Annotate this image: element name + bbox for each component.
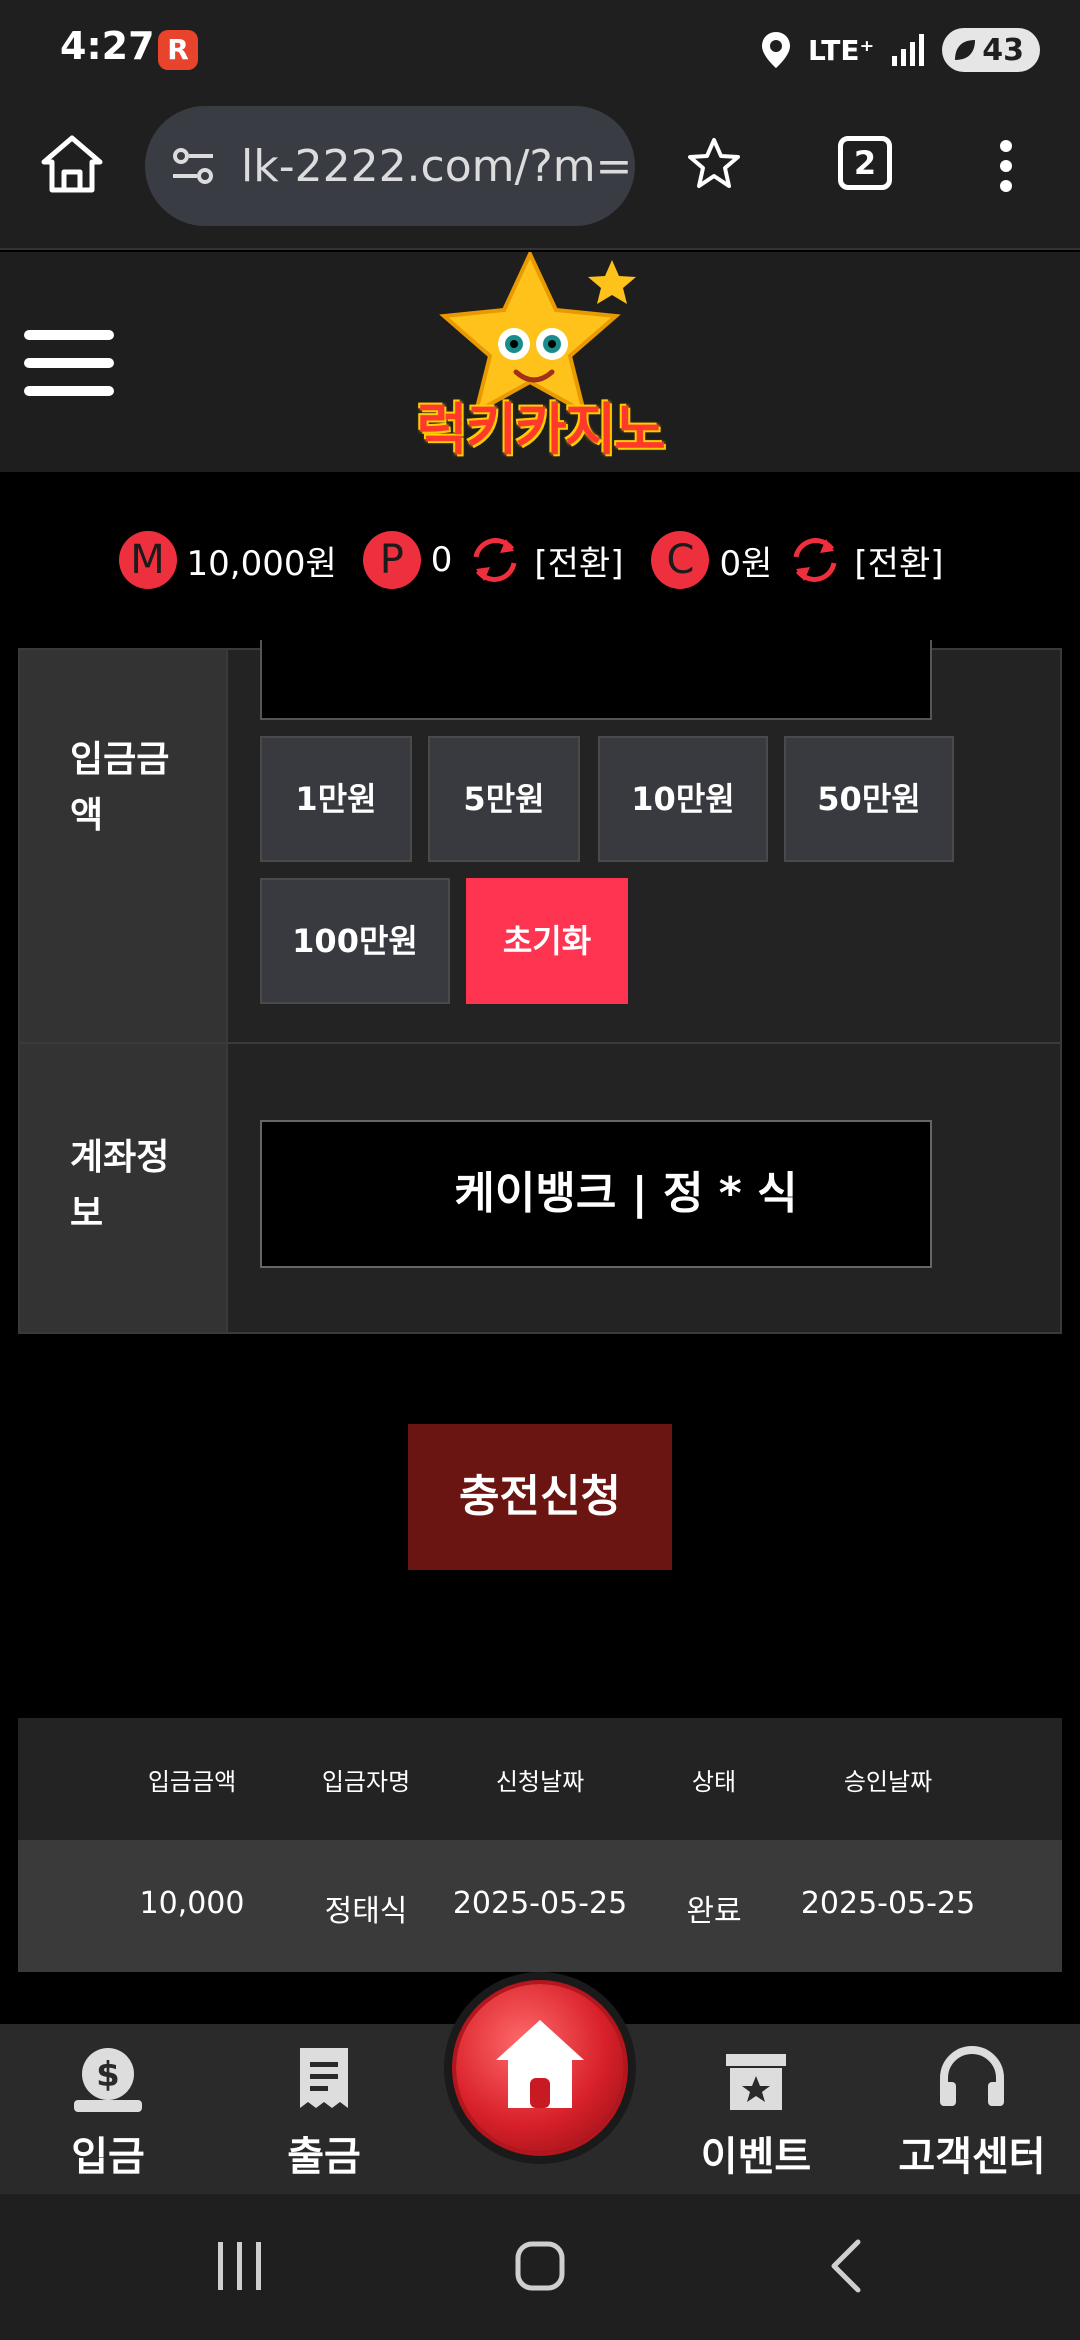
status-indicators: LTE⁺ 43 <box>762 26 1040 74</box>
site-settings-icon[interactable] <box>169 142 217 190</box>
battery-indicator: 43 <box>942 28 1040 72</box>
table-row: 10,000 정태식 2025-05-25 완료 2025-05-25 <box>18 1840 1062 1972</box>
recent-apps-icon[interactable] <box>214 2238 266 2294</box>
table-cell: 10,000 <box>139 1886 245 1921</box>
status-time: 4:27 <box>60 24 155 68</box>
nav-label: 출금 <box>287 2134 361 2180</box>
browser-toolbar: lk-2222.com/?m= 2 <box>0 100 1080 250</box>
amount-row: 입금금액 1만원 5만원 10만원 50만원 100만원 초기화 <box>20 640 1060 1044</box>
hamburger-menu-icon[interactable] <box>24 330 114 396</box>
system-home-icon[interactable] <box>514 2238 566 2294</box>
network-type: LTE⁺ <box>808 33 875 67</box>
casino-badge: C <box>651 531 710 589</box>
amount-label-cell: 입금금액 <box>20 650 228 1042</box>
nav-deposit[interactable]: $ 입금 <box>8 2038 208 2182</box>
money-bag-icon: $ <box>74 2048 142 2112</box>
table-cell: 2025-05-25 <box>452 1886 628 1921</box>
charge-request-button[interactable]: 충전신청 <box>408 1424 672 1570</box>
table-cell: 2025-05-25 <box>800 1886 976 1921</box>
nav-support[interactable]: 고객센터 <box>872 2038 1072 2182</box>
system-navigation-bar <box>0 2194 1080 2340</box>
amount-button-500k[interactable]: 50만원 <box>784 736 954 862</box>
point-badge: P <box>362 531 421 589</box>
location-icon <box>762 32 791 68</box>
site-header: 럭키카지노 <box>0 252 1080 472</box>
reset-button[interactable]: 초기화 <box>466 878 628 1004</box>
address-bar[interactable]: lk-2222.com/?m= <box>145 106 635 226</box>
svg-text:$: $ <box>96 2055 120 2095</box>
balance-bar: M 10,000원 P 0 [전환] C 0원 [전환] <box>0 472 1080 648</box>
point-balance: 0 <box>430 540 453 580</box>
home-icon <box>496 2020 584 2108</box>
nav-withdraw[interactable]: 출금 <box>224 2038 424 2182</box>
account-label-cell: 계좌정보 <box>20 1044 228 1332</box>
column-header: 상태 <box>691 1768 737 1796</box>
center-home-button[interactable] <box>444 1972 636 2164</box>
bookmark-star-icon[interactable] <box>686 136 742 192</box>
battery-saver-icon <box>955 40 976 60</box>
column-header: 입금금액 <box>147 1768 237 1796</box>
account-label: 계좌정보 <box>70 1137 170 1234</box>
casino-convert-link[interactable]: [전환] <box>854 536 943 585</box>
gift-box-icon <box>726 2054 786 2110</box>
casino-convert-icon[interactable] <box>786 531 844 589</box>
receipt-icon <box>300 2048 348 2108</box>
url-text: lk-2222.com/?m= <box>241 140 633 192</box>
money-balance: 10,000원 <box>186 543 337 584</box>
table-cell: 완료 <box>686 1894 742 1929</box>
status-bar: 4:27 R LTE⁺ 43 <box>0 0 1080 100</box>
nav-label: 이벤트 <box>700 2134 812 2180</box>
casino-balance: 0원 <box>719 543 773 584</box>
deposit-history-table: 입금금액 입금자명 신청날짜 상태 승인날짜 10,000 정태식 2025-0… <box>18 1718 1062 1972</box>
amount-input[interactable] <box>260 640 932 720</box>
browser-home-icon[interactable] <box>40 132 104 196</box>
notification-app-icon: R <box>158 30 198 70</box>
column-header: 신청날짜 <box>495 1768 585 1796</box>
more-options-icon[interactable] <box>996 138 1016 194</box>
nav-label: 입금 <box>71 2134 145 2180</box>
amount-button-50k[interactable]: 5만원 <box>428 736 580 862</box>
battery-level: 43 <box>982 32 1024 68</box>
table-header: 입금금액 입금자명 신청날짜 상태 승인날짜 <box>18 1718 1062 1840</box>
point-convert-icon[interactable] <box>466 531 524 589</box>
table-cell: 정태식 <box>324 1894 408 1929</box>
point-convert-link[interactable]: [전환] <box>534 536 623 585</box>
signal-icon <box>892 34 925 66</box>
nav-label: 고객센터 <box>898 2134 1046 2180</box>
column-header: 승인날짜 <box>843 1768 933 1796</box>
logo-text: 럭키카지노 <box>416 398 666 463</box>
site-logo[interactable]: 럭키카지노 <box>380 252 700 472</box>
column-header: 입금자명 <box>321 1768 411 1796</box>
amount-button-100k[interactable]: 10만원 <box>598 736 768 862</box>
nav-event[interactable]: 이벤트 <box>656 2038 856 2182</box>
account-info: 케이뱅크 | 정 * 식 <box>260 1120 932 1268</box>
account-row: 계좌정보 케이뱅크 | 정 * 식 <box>20 1044 1060 1332</box>
money-badge: M <box>118 531 177 589</box>
back-icon[interactable] <box>826 2238 866 2294</box>
amount-label: 입금금액 <box>70 739 170 836</box>
deposit-form: 입금금액 1만원 5만원 10만원 50만원 100만원 초기화 계좌정보 케이… <box>18 640 1062 1334</box>
tab-switcher-button[interactable]: 2 <box>838 136 892 190</box>
amount-button-1m[interactable]: 100만원 <box>260 878 450 1004</box>
amount-button-10k[interactable]: 1만원 <box>260 736 412 862</box>
headset-icon <box>940 2046 1004 2106</box>
